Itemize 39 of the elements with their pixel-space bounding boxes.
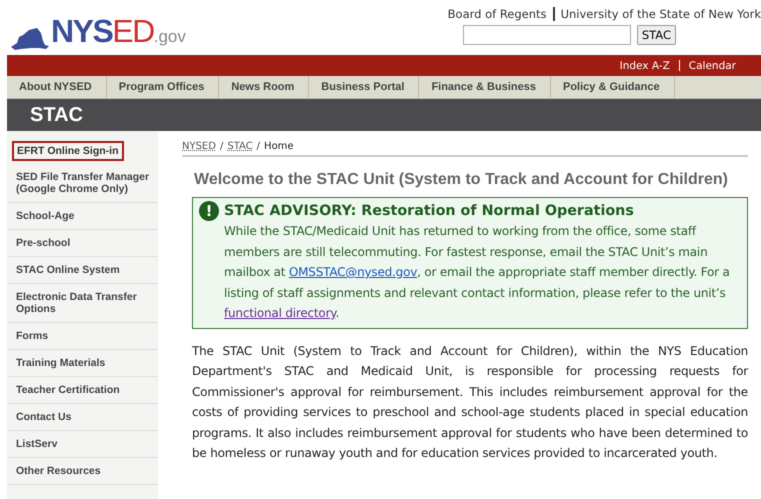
- nav-tab[interactable]: Policy & Guidance: [550, 76, 675, 98]
- sidebar-link[interactable]: Forms: [7, 323, 158, 350]
- breadcrumb-link[interactable]: NYSED: [182, 141, 216, 152]
- nav-tab[interactable]: Program Offices: [106, 76, 220, 98]
- breadcrumb-current: Home: [264, 141, 294, 152]
- breadcrumb-separator: /: [256, 141, 260, 152]
- body-paragraph: The STAC Unit (System to Track and Account for Children), within the NYS Education Department's STAC and Medicaid Unit, is responsible for processing requests for Commissioner's approval for reimbursement. This includes reimbursement approval for the costs of providing services to preschool and school-age students placed in special education programs. It also includes reimbursement approval for students who have been determined to be homeless or runaway youth and for education services provided to incarcerated youth.: [192, 342, 748, 462]
- nav-tab[interactable]: Finance & Business: [419, 76, 551, 98]
- logo-text[interactable]: NYSED.gov: [51, 13, 186, 55]
- sidebar-link[interactable]: ListServ: [7, 431, 158, 458]
- breadcrumb-link[interactable]: STAC: [227, 141, 253, 152]
- utility-link[interactable]: Calendar: [688, 60, 736, 72]
- alert-icon: !: [199, 201, 219, 221]
- sidebar-link[interactable]: School-Age: [7, 203, 158, 230]
- advisory-text: While the STAC/Medicaid Unit has returned to working from the office, some staff members are still telecommuting. For fastest response, email the STAC Unit’s main mailbox at OMSSTAC@nysed.gov, or email the appropriate staff member directly. For a listing of staff assignments and relevant contact information, please refer to the unit’s functional directory.: [224, 223, 731, 322]
- directory-link[interactable]: functional directory: [224, 306, 336, 320]
- sidebar-link[interactable]: SED File Transfer Manager (Google Chrome Only): [7, 164, 158, 203]
- nav-tab[interactable]: About NYSED: [7, 76, 107, 98]
- sidebar-link[interactable]: Teacher Certification: [7, 377, 158, 404]
- page-heading: Welcome to the STAC Unit (System to Track and Account for Children): [194, 171, 729, 189]
- sidebar-link[interactable]: Training Materials: [7, 350, 158, 377]
- search-button[interactable]: STAC: [636, 25, 676, 45]
- nav-tab[interactable]: Business Portal: [309, 76, 420, 98]
- sidebar-link[interactable]: Contact Us: [7, 404, 158, 431]
- top-link[interactable]: Board of Regents: [448, 7, 547, 21]
- sidebar-link[interactable]: Other Resources: [7, 458, 158, 485]
- email-link[interactable]: OMSSTAC@nysed.gov: [288, 265, 418, 279]
- advisory-title: STAC ADVISORY: Restoration of Normal Operations: [224, 203, 634, 219]
- sidebar-link[interactable]: Electronic Data Transfer Options: [7, 284, 158, 323]
- section-title: STAC: [30, 104, 83, 126]
- sidebar-link[interactable]: EFRT Online Sign-in: [12, 141, 124, 161]
- utility-link[interactable]: Index A-Z: [620, 60, 670, 72]
- top-link[interactable]: University of the State of New York: [560, 7, 761, 21]
- sidebar-link[interactable]: Pre-school: [7, 230, 158, 257]
- sidebar-link[interactable]: STAC Online System: [7, 257, 158, 284]
- breadcrumb-separator: /: [220, 141, 224, 152]
- nav-tab[interactable]: News Room: [219, 76, 310, 98]
- search-field[interactable]: [462, 25, 631, 45]
- state-map-icon: [9, 27, 49, 51]
